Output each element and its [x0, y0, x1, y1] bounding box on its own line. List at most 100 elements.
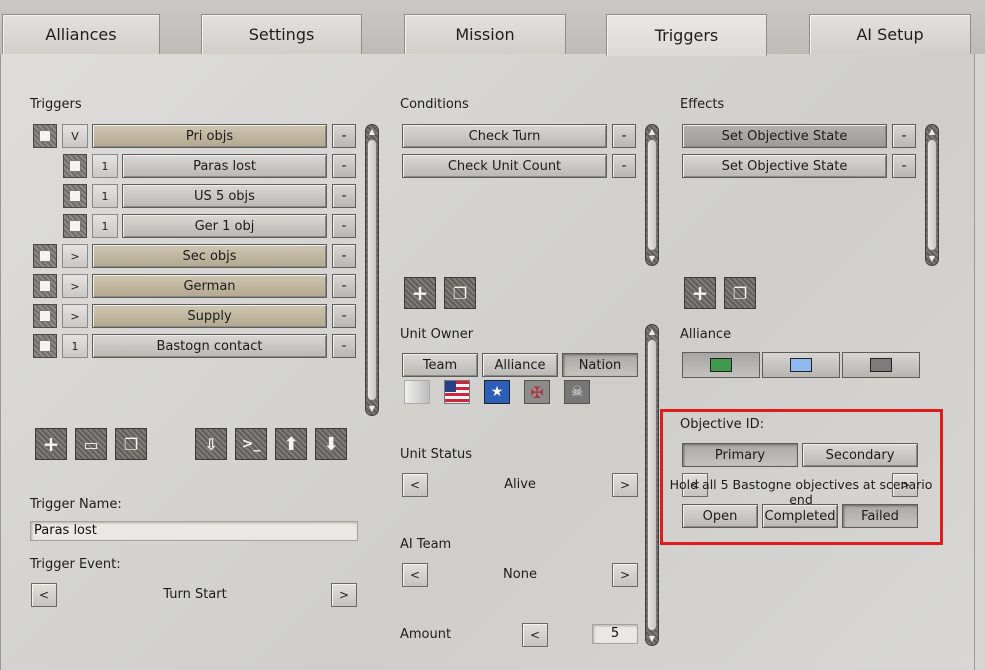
amount-input[interactable]: 5 [592, 624, 638, 644]
trigger-name-label: Trigger Name: [30, 497, 122, 512]
trigger-expand-toggle[interactable]: > [62, 304, 88, 328]
remove-trigger-button[interactable]: - [332, 274, 356, 298]
german-cross-icon[interactable]: ✠ [524, 380, 550, 404]
trigger-expand-toggle[interactable]: > [62, 274, 88, 298]
amount-decrease-button[interactable]: < [522, 623, 548, 647]
effect-item[interactable]: Set Objective State [682, 154, 887, 178]
tab-ai-setup[interactable]: AI Setup [809, 14, 971, 54]
trigger-item[interactable]: Pri objs [92, 124, 327, 148]
trigger-count: 1 [92, 154, 118, 178]
neutral-flag-icon[interactable] [404, 380, 430, 404]
copy-condition-button[interactable]: ❐ [444, 277, 476, 309]
trigger-item[interactable]: Supply [92, 304, 327, 328]
trigger-count: 1 [92, 214, 118, 238]
trigger-checkbox[interactable] [33, 124, 57, 148]
trigger-item[interactable]: Sec objs [92, 244, 327, 268]
trigger-event-prev-button[interactable]: < [31, 583, 57, 607]
ai-team-next-button[interactable]: > [612, 563, 638, 587]
scroll-thumb[interactable] [647, 139, 657, 251]
remove-effect-button[interactable]: - [892, 154, 916, 178]
remove-trigger-button[interactable]: - [332, 124, 356, 148]
import-button[interactable]: ⇩ [195, 428, 227, 460]
conditions-heading: Conditions [400, 97, 469, 112]
scroll-down-icon[interactable]: ▼ [366, 402, 378, 415]
alliance-green-button[interactable] [682, 352, 760, 378]
remove-trigger-button[interactable]: - [332, 244, 356, 268]
star-flag-icon[interactable]: ★ [484, 380, 510, 404]
scroll-up-icon[interactable]: ▲ [366, 125, 378, 138]
trigger-item[interactable]: Ger 1 obj [122, 214, 327, 238]
scroll-thumb[interactable] [927, 139, 937, 251]
trigger-event-label: Trigger Event: [30, 557, 121, 572]
effect-item[interactable]: Set Objective State [682, 124, 887, 148]
skull-icon[interactable]: ☠ [564, 380, 590, 404]
move-down-button[interactable]: ⬇ [315, 428, 347, 460]
scroll-up-icon[interactable]: ▲ [926, 125, 938, 138]
remove-effect-button[interactable]: - [892, 124, 916, 148]
condition-item[interactable]: Check Unit Count [402, 154, 607, 178]
unit-owner-label: Unit Owner [400, 327, 474, 342]
ai-team-prev-button[interactable]: < [402, 563, 428, 587]
remove-trigger-button[interactable]: - [332, 184, 356, 208]
add-effect-button[interactable]: + [684, 277, 716, 309]
add-condition-button[interactable]: + [404, 277, 436, 309]
trigger-item[interactable]: US 5 objs [122, 184, 327, 208]
trigger-checkbox[interactable] [63, 154, 87, 178]
owner-team-button[interactable]: Team [402, 353, 478, 377]
copy-trigger-button[interactable]: ❐ [115, 428, 147, 460]
trigger-item[interactable]: Paras lost [122, 154, 327, 178]
remove-trigger-button[interactable]: - [332, 214, 356, 238]
trigger-checkbox[interactable] [33, 244, 57, 268]
tab-triggers[interactable]: Triggers [606, 14, 767, 56]
condition-details-scrollbar[interactable]: ▲ ▼ [645, 324, 659, 646]
trigger-checkbox[interactable] [33, 334, 57, 358]
remove-condition-button[interactable]: - [612, 124, 636, 148]
trigger-item[interactable]: German [92, 274, 327, 298]
tab-mission[interactable]: Mission [404, 14, 566, 54]
trigger-item[interactable]: Bastogn contact [92, 334, 327, 358]
unit-status-next-button[interactable]: > [612, 473, 638, 497]
arrow-up-icon: ⬆ [283, 433, 299, 455]
add-trigger-button[interactable]: + [35, 428, 67, 460]
us-flag-icon[interactable] [444, 380, 470, 404]
plus-icon: + [42, 432, 60, 456]
green-swatch [710, 358, 732, 372]
condition-item[interactable]: Check Turn [402, 124, 607, 148]
trigger-list-scrollbar[interactable]: ▲ ▼ [365, 124, 379, 416]
conditions-scrollbar[interactable]: ▲ ▼ [645, 124, 659, 266]
trigger-name-input[interactable]: Paras lost [30, 521, 358, 541]
alliance-blue-button[interactable] [762, 352, 840, 378]
trigger-event-next-button[interactable]: > [331, 583, 357, 607]
trigger-checkbox[interactable] [33, 274, 57, 298]
scroll-up-icon[interactable]: ▲ [646, 125, 658, 138]
add-folder-button[interactable]: ▭ [75, 428, 107, 460]
effects-scrollbar[interactable]: ▲ ▼ [925, 124, 939, 266]
script-button[interactable]: >_ [235, 428, 267, 460]
scroll-down-icon[interactable]: ▼ [926, 252, 938, 265]
scroll-down-icon[interactable]: ▼ [646, 252, 658, 265]
unit-status-prev-button[interactable]: < [402, 473, 428, 497]
ai-team-value: None [503, 567, 537, 582]
remove-trigger-button[interactable]: - [332, 304, 356, 328]
owner-nation-button[interactable]: Nation [562, 353, 638, 377]
scroll-thumb[interactable] [367, 139, 377, 401]
scroll-down-icon[interactable]: ▼ [646, 632, 658, 645]
scroll-thumb[interactable] [647, 339, 657, 631]
remove-condition-button[interactable]: - [612, 154, 636, 178]
remove-trigger-button[interactable]: - [332, 334, 356, 358]
trigger-expand-toggle[interactable]: V [62, 124, 88, 148]
move-up-button[interactable]: ⬆ [275, 428, 307, 460]
remove-trigger-button[interactable]: - [332, 154, 356, 178]
tab-alliances[interactable]: Alliances [2, 14, 160, 54]
trigger-checkbox[interactable] [63, 184, 87, 208]
scroll-up-icon[interactable]: ▲ [646, 325, 658, 338]
trigger-checkbox[interactable] [63, 214, 87, 238]
copy-effect-button[interactable]: ❐ [724, 277, 756, 309]
download-icon: ⇩ [204, 434, 218, 454]
alliance-grey-button[interactable] [842, 352, 920, 378]
trigger-event-value: Turn Start [163, 587, 227, 602]
trigger-expand-toggle[interactable]: > [62, 244, 88, 268]
owner-alliance-button[interactable]: Alliance [482, 353, 558, 377]
trigger-checkbox[interactable] [33, 304, 57, 328]
tab-settings[interactable]: Settings [201, 14, 362, 54]
